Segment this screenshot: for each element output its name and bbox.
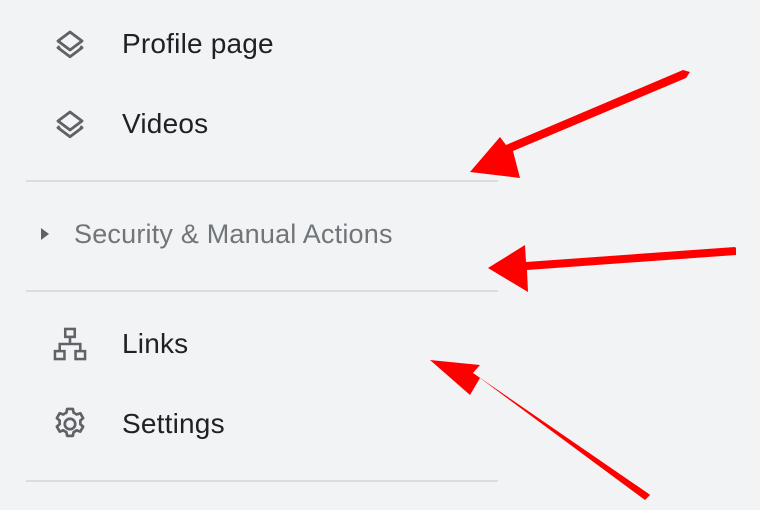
sidebar-item-label: Links — [122, 328, 189, 359]
sidebar-item-videos[interactable]: Videos — [0, 89, 498, 159]
divider — [26, 480, 498, 482]
sidebar-item-label: Videos — [122, 108, 209, 139]
sidebar-item-profile-page[interactable]: Profile page — [0, 9, 498, 79]
caret-right-icon — [40, 224, 54, 244]
layers-icon — [50, 104, 90, 144]
sidebar-nav: Profile page Videos Security & Manual Ac… — [0, 0, 760, 510]
divider — [26, 180, 498, 182]
gear-icon — [50, 404, 90, 444]
layers-icon — [50, 24, 90, 64]
section-security-manual-actions[interactable]: Security & Manual Actions — [26, 204, 498, 264]
section-label: Security & Manual Actions — [74, 218, 393, 249]
sidebar-item-label: Profile page — [122, 28, 274, 59]
sitemap-icon — [50, 324, 90, 364]
divider — [26, 290, 498, 292]
sidebar-item-links[interactable]: Links — [0, 309, 498, 379]
sidebar-item-label: Settings — [122, 408, 225, 439]
sidebar-item-settings[interactable]: Settings — [0, 389, 498, 459]
